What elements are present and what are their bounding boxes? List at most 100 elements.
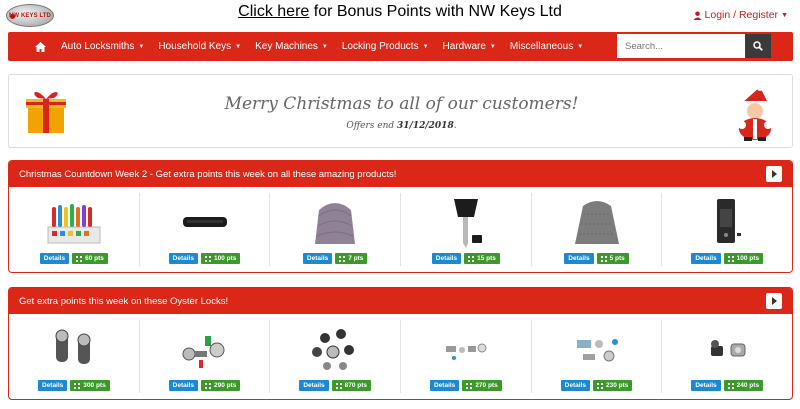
offers-suffix: .	[453, 121, 457, 131]
points-value: 15 pts	[477, 255, 496, 262]
product-buttons: Details 240 pts	[662, 380, 792, 391]
nav-key-machines[interactable]: Key Machines ▼	[248, 32, 335, 61]
product-buttons: Details 7 pts	[270, 253, 400, 264]
panel-next-button[interactable]	[766, 166, 782, 182]
oyster-lock-set-icon[interactable]	[140, 322, 270, 376]
oyster-lock-pair-icon[interactable]	[662, 322, 792, 376]
search-input[interactable]	[617, 34, 745, 58]
key-tags-icon[interactable]	[9, 195, 139, 249]
oyster-lock-icon[interactable]	[9, 322, 139, 376]
points-badge: 7 pts	[335, 253, 368, 264]
grid-icon	[596, 382, 603, 389]
christmas-countdown-panel: Christmas Countdown Week 2 - Get extra p…	[8, 160, 793, 273]
grid-icon	[727, 382, 734, 389]
details-button[interactable]: Details	[299, 380, 329, 391]
details-button[interactable]: Details	[302, 253, 333, 264]
panel-next-button[interactable]	[766, 293, 782, 309]
panel-header: Get extra points this week on these Oyst…	[9, 288, 792, 314]
nav-label: Miscellaneous	[509, 41, 574, 52]
nav-locking-products[interactable]: Locking Products ▼	[335, 32, 436, 61]
points-badge: 290 pts	[200, 380, 241, 391]
product-card[interactable]: Details 870 pts	[270, 320, 402, 393]
nav-household-keys[interactable]: Household Keys ▼	[151, 32, 248, 61]
points-value: 300 pts	[83, 382, 106, 389]
home-button[interactable]	[26, 32, 54, 61]
key-device-icon[interactable]	[662, 195, 792, 249]
chevron-down-icon: ▼	[489, 43, 496, 50]
nav-label: Locking Products	[341, 41, 419, 52]
product-card[interactable]: Details 100 pts	[140, 193, 271, 266]
product-buttons: Details 100 pts	[140, 253, 270, 264]
product-card[interactable]: Details 60 pts	[9, 193, 140, 266]
product-buttons: Details 870 pts	[270, 380, 400, 391]
details-button[interactable]: Details	[429, 380, 460, 391]
promo-text: for Bonus Points with NW Keys Ltd	[309, 3, 562, 20]
details-button[interactable]: Details	[168, 380, 198, 391]
points-value: 290 pts	[213, 382, 237, 389]
points-badge: 870 pts	[331, 380, 372, 391]
offers-prefix: Offers end	[346, 121, 398, 131]
nav-label: Household Keys	[158, 41, 232, 52]
details-button[interactable]: Details	[560, 380, 590, 391]
oyster-lock-parts-icon[interactable]	[401, 322, 531, 376]
santa-icon	[738, 85, 772, 141]
points-badge: 15 pts	[464, 253, 500, 264]
product-card[interactable]: Details 240 pts	[662, 320, 792, 393]
offers-date: 31/12/2018	[397, 121, 454, 131]
details-button[interactable]: Details	[564, 253, 594, 264]
nav-label: Key Machines	[255, 41, 318, 52]
oyster-lock-parts-icon[interactable]	[532, 322, 662, 376]
offers-text: Offers end 31/12/2018.	[9, 121, 794, 131]
grey-pad-icon[interactable]	[532, 195, 662, 249]
points-value: 60 pts	[85, 255, 104, 262]
flip-key-icon[interactable]	[401, 195, 531, 249]
panel-header: Christmas Countdown Week 2 - Get extra p…	[9, 161, 792, 187]
nav-auto-locksmiths[interactable]: Auto Locksmiths ▼	[54, 32, 151, 61]
nav-miscellaneous[interactable]: Miscellaneous ▼	[503, 32, 590, 61]
chevron-right-icon	[772, 170, 777, 178]
grid-icon	[727, 255, 734, 262]
grid-icon	[339, 255, 346, 262]
panel-title: Get extra points this week on these Oyst…	[19, 295, 229, 307]
top-bar: NW KEYS LTD Click here for Bonus Points …	[0, 0, 800, 32]
product-card[interactable]: Details 100 pts	[662, 193, 792, 266]
product-card[interactable]: Details 7 pts	[270, 193, 402, 266]
product-card[interactable]: Details 300 pts	[9, 320, 140, 393]
black-bar-icon[interactable]	[140, 195, 270, 249]
login-register-link[interactable]: Login / Register ▼	[692, 9, 788, 21]
product-row: Details 300 pts Details 290 pts Details …	[9, 314, 792, 399]
promo-banner: Click here for Bonus Points with NW Keys…	[0, 3, 800, 21]
chevron-down-icon: ▼	[781, 11, 788, 19]
product-card[interactable]: Details 270 pts	[401, 320, 532, 393]
points-badge: 100 pts	[200, 253, 241, 264]
details-button[interactable]: Details	[39, 253, 70, 264]
home-icon	[34, 41, 46, 52]
details-button[interactable]: Details	[431, 253, 462, 264]
chevron-right-icon	[772, 297, 777, 305]
banner-title: Merry Christmas to all of our customers!	[224, 94, 579, 114]
grid-icon	[600, 255, 607, 262]
rubber-pad-icon[interactable]	[270, 195, 400, 249]
oyster-lock-kit-icon[interactable]	[270, 322, 400, 376]
product-buttons: Details 100 pts	[662, 253, 792, 264]
promo-link[interactable]: Click here	[238, 3, 309, 20]
nav-hardware[interactable]: Hardware ▼	[436, 32, 503, 61]
product-card[interactable]: Details 15 pts	[401, 193, 532, 266]
product-card[interactable]: Details 230 pts	[532, 320, 663, 393]
details-button[interactable]: Details	[691, 253, 721, 264]
chevron-down-icon: ▼	[235, 43, 242, 50]
search-button[interactable]	[745, 34, 771, 58]
product-card[interactable]: Details 5 pts	[532, 193, 663, 266]
details-button[interactable]: Details	[168, 253, 198, 264]
grid-icon	[76, 255, 83, 262]
points-value: 230 pts	[605, 382, 629, 389]
details-button[interactable]: Details	[691, 380, 721, 391]
points-value: 870 pts	[344, 382, 368, 389]
product-card[interactable]: Details 290 pts	[140, 320, 271, 393]
grid-icon	[74, 382, 81, 389]
points-value: 100 pts	[736, 255, 760, 262]
points-badge: 5 pts	[596, 253, 629, 264]
points-badge: 60 pts	[72, 253, 108, 264]
points-badge: 240 pts	[723, 380, 764, 391]
details-button[interactable]: Details	[37, 380, 68, 391]
